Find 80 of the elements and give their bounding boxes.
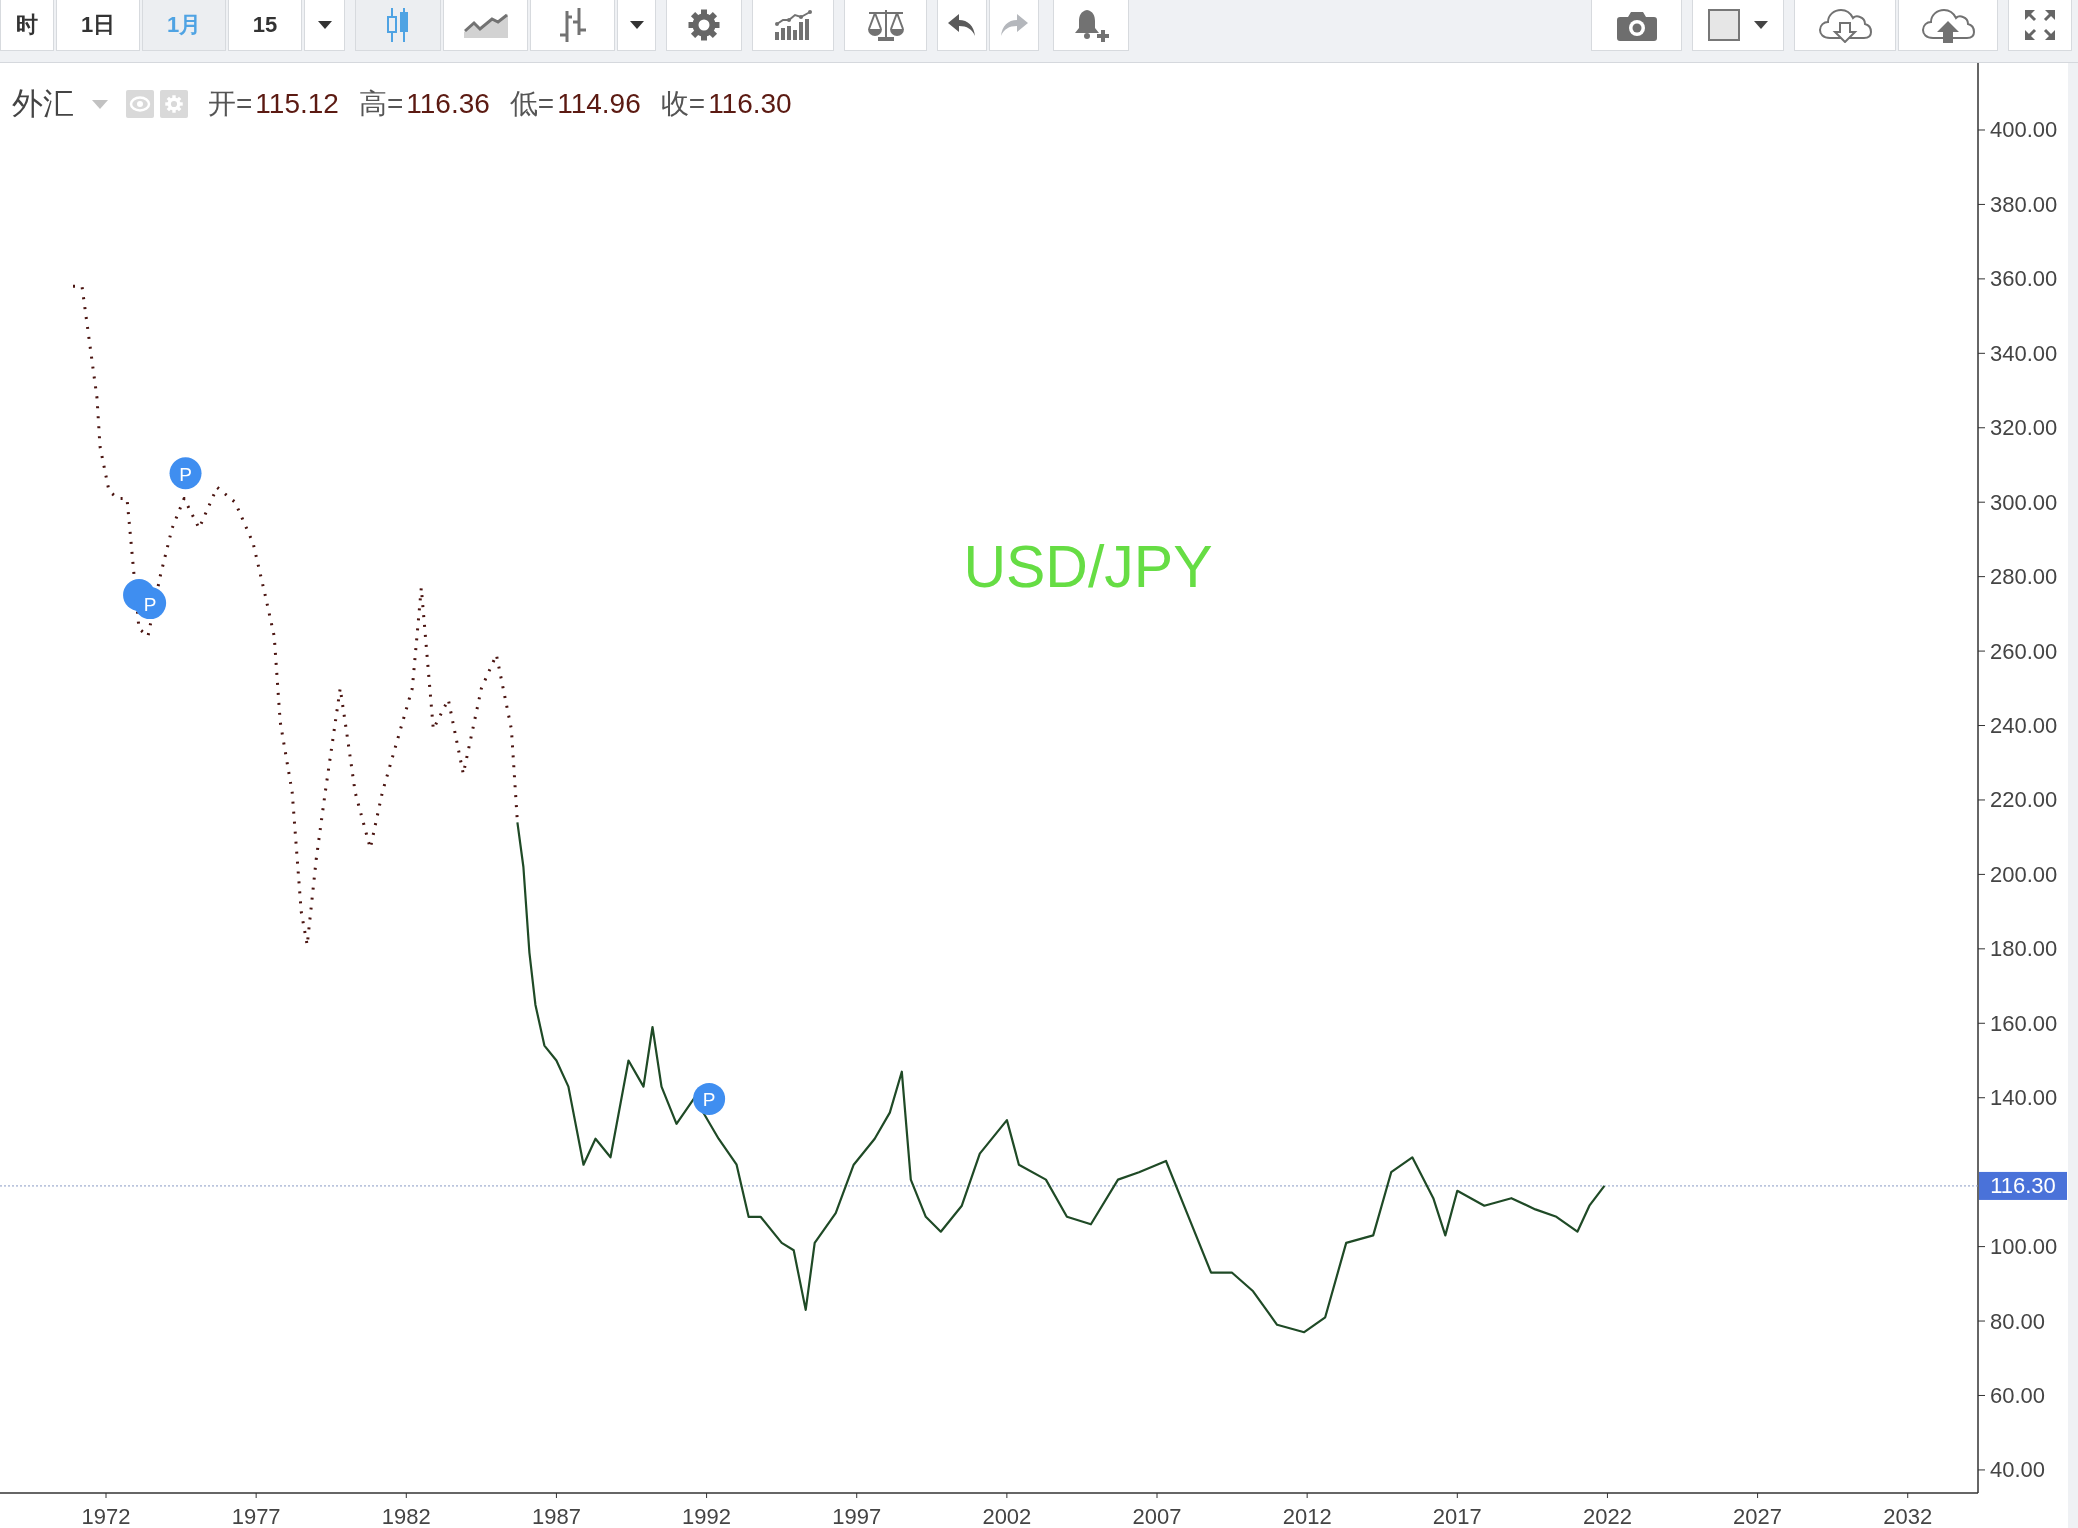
y-axis-label: 240.00 [1990,713,2058,738]
x-axis-label: 1977 [231,1503,281,1528]
upload-button[interactable] [1898,0,1998,51]
dropdown-button[interactable] [304,0,345,51]
candlestick-icon [387,8,409,42]
caret-icon [317,21,332,29]
y-axis-label: 40.00 [1990,1457,2046,1483]
y-axis-label: 340.00 [1990,340,2058,366]
y-axis-label: 60.00 [1990,1383,2046,1408]
undo-icon [948,13,976,37]
interval-button[interactable]: 时 [0,0,54,51]
y-axis-label: 260.00 [1990,638,2058,664]
settings-button[interactable] [666,0,742,51]
price-field-label: 收= [660,87,706,121]
y-axis-label: 380.00 [1990,191,2058,217]
price-field-value: 114.96 [557,88,641,120]
y-axis-label: 360.00 [1990,266,2058,292]
y-axis-label: 180.00 [1990,936,2058,962]
redo-icon [1000,13,1028,37]
y-axis-label: 100.00 [1990,1234,2058,1260]
bar-chart-icon [773,10,813,40]
caret-icon [1754,21,1768,29]
x-axis-label: 2007 [1132,1503,1182,1528]
bell-plus-icon [1073,8,1109,42]
settings-icon [688,9,720,41]
y-axis-label: 200.00 [1990,861,2058,887]
x-axis-label: 2027 [1733,1503,1783,1528]
x-axis-label: 2032 [1883,1503,1933,1528]
x-axis-label: 1992 [682,1503,732,1528]
symbol-label: USD/JPY [963,534,1213,600]
compare-button[interactable] [844,0,927,51]
x-axis-label: 2017 [1432,1503,1482,1528]
y-axis-label: 400.00 [1990,117,2058,143]
alert-button[interactable] [1053,0,1129,51]
interval-button[interactable]: 1日 [56,0,140,51]
annotation: P [179,463,192,485]
price-field-value: 115.12 [255,88,339,120]
y-axis-label: 320.00 [1990,415,2058,441]
dropdown-button[interactable] [617,0,656,51]
current-price-tag: 116.30 [1979,1171,2067,1200]
price-field-value: 116.30 [708,88,792,120]
y-axis-label: 220.00 [1990,787,2058,813]
x-axis-label: 1987 [531,1503,581,1528]
annotation: P [702,1089,716,1111]
x-axis-label: 2022 [1582,1503,1632,1528]
chart-type-button[interactable] [530,0,615,51]
caret-icon [629,21,644,29]
indicators-button[interactable] [752,0,834,51]
cloud-download-icon [1818,7,1872,43]
x-axis-label: 1982 [381,1503,431,1528]
download-button[interactable] [1794,0,1896,51]
y-axis-label: 140.00 [1990,1085,2058,1111]
ref-line-label: 116.30 [1990,1173,2056,1199]
screenshot-button[interactable] [1591,0,1682,51]
x-axis-label: 1972 [81,1503,131,1528]
color-swatch-icon [1708,9,1740,41]
y-axis-label: 160.00 [1990,1010,2058,1036]
y-axis-label: 280.00 [1990,564,2058,590]
x-axis-label: 1997 [832,1503,882,1528]
price-field-label: 开= [208,87,253,121]
price-field-value: 116.36 [406,88,490,120]
price-field-label: 低= [509,87,555,121]
color-button[interactable] [1692,0,1784,51]
undo-button[interactable] [937,0,987,51]
x-axis-label: 2002 [982,1503,1032,1528]
camera-icon [1616,9,1657,41]
y-axis-label: 300.00 [1990,489,2058,515]
price-field-label: 高= [358,87,404,121]
cloud-upload-icon [1921,7,1975,43]
balance-scale-icon [865,9,906,41]
area-chart-icon [463,12,508,38]
y-axis-label: 80.00 [1990,1308,2046,1334]
annotation: P [143,593,157,615]
symbol-name[interactable]: 外汇 [12,83,74,125]
ohlc-bars-icon [559,8,586,42]
fullscreen-button[interactable] [2008,0,2072,51]
chart-type-button[interactable] [443,0,528,51]
fullscreen-icon [2025,10,2055,40]
x-axis-label: 2012 [1282,1503,1332,1528]
interval-button[interactable]: 15 [228,0,302,51]
